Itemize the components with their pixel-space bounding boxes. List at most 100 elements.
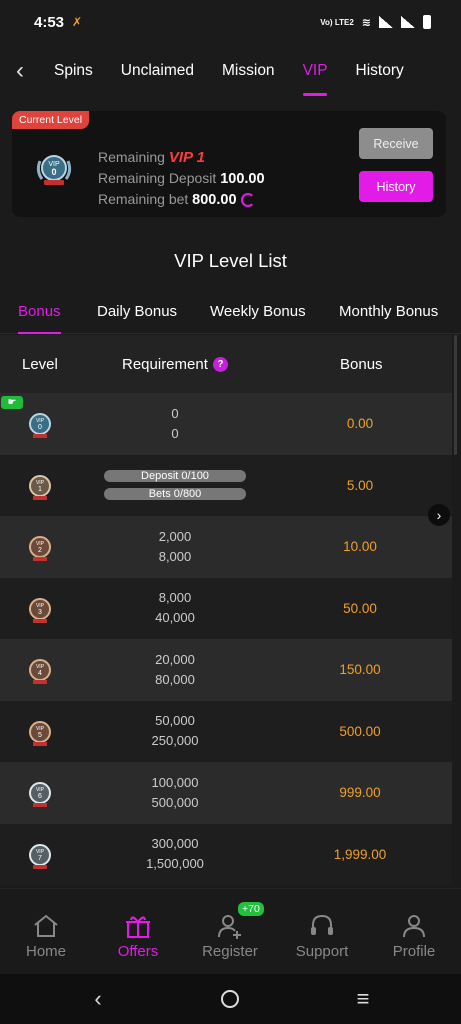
nav-support-label: Support [295,943,349,960]
circle-icon [221,990,239,1008]
wifi-icon: ≋ [361,16,371,29]
header-requirement: Requirement [122,355,208,373]
bet-requirement: 500,000 [151,794,199,810]
bonus-tabs: Bonus Daily Bonus Weekly Bonus Monthly B… [0,290,461,334]
nav-profile[interactable]: Profile [368,889,460,975]
deposit-requirement: 8,000 [158,590,192,606]
status-bar: 4:53 ✗ Vo) LTE2 ≋ [0,0,461,44]
deposit-requirement: 20,000 [155,651,195,667]
bet-requirement: 40,000 [155,610,195,626]
vip-badge-icon: VIP 7 [25,841,55,876]
svg-text:1: 1 [38,486,42,493]
vip-badge-icon: VIP 0 [25,410,55,445]
refresh-icon[interactable] [240,193,255,208]
tab-mission[interactable]: Mission [208,44,289,98]
chevron-left-icon: ‹ [16,57,24,84]
top-nav: ‹ Spins Unclaimed Mission VIP History [0,44,461,98]
svg-text:4: 4 [38,670,42,677]
header-requirement-cell: Requirement ? [122,335,228,393]
requirement-cell: Deposit 0/100 Bets 0/800 [104,455,246,517]
requirement-cell: 20,000 80,000 [110,639,240,701]
bonus-value: 0.00 [346,416,374,432]
level-info: Remaining VIP 1 Remaining Deposit 100.00… [98,147,265,210]
vip-badge-icon: VIP 5 [25,718,55,753]
svg-text:0: 0 [38,424,42,431]
deposit-requirement: 100,000 [151,774,199,790]
requirement-cell: 50,000 250,000 [110,701,240,763]
bonus-value: 50.00 [343,600,377,616]
svg-text:3: 3 [38,609,42,616]
bonus-value: 150.00 [339,662,381,678]
tab-daily-bonus[interactable]: Daily Bonus [97,290,177,334]
nav-offers-label: Offers [117,943,159,960]
section-title: VIP Level List [174,250,287,271]
bet-requirement: 250,000 [151,733,199,749]
headset-icon [311,914,333,935]
nav-register[interactable]: Register [184,889,276,975]
system-home-button[interactable] [215,984,245,1014]
next-vip-level: VIP 1 [168,149,205,166]
bet-label: Remaining bet [98,191,189,207]
tab-bonus[interactable]: Bonus [18,290,61,334]
table-row: VIP 6 100,000 500,000 999.00 [0,762,452,824]
nav-register-label: Register [202,943,258,960]
vip-level-list: ☛ VIP 0 0 0 0.00 VIP 1 Deposit 0/100 Bets … [0,393,452,885]
receive-button[interactable]: Receive [359,128,433,159]
tab-history[interactable]: History [342,44,418,98]
gift-icon [126,916,150,938]
tab-monthly-bonus[interactable]: Monthly Bonus [339,290,438,334]
pointer-hand-icon: ☛ [1,396,23,409]
tab-vip[interactable]: VIP [289,44,342,98]
bet-requirement: 0 [171,425,179,441]
profile-icon [403,915,425,938]
deposit-requirement: 0 [171,405,179,421]
svg-text:2: 2 [38,547,42,554]
header-bonus: Bonus [340,355,383,373]
scrollbar[interactable] [454,335,457,455]
table-header: Level Requirement ? Bonus [0,335,452,393]
home-icon [34,914,58,937]
deposit-value: 100.00 [220,171,265,187]
table-row: ☛ VIP 0 0 0 0.00 [0,393,452,455]
history-button[interactable]: History [359,171,433,202]
tab-unclaimed[interactable]: Unclaimed [107,44,208,98]
status-time: 4:53 [34,13,65,31]
nav-support[interactable]: Support [276,889,368,975]
nav-home[interactable]: Home [0,889,92,975]
bets-progress: Bets 0/800 [104,488,246,501]
network-label: Vo) LTE2 [320,17,354,27]
table-row: VIP 3 8,000 40,000 50.00 [0,577,452,639]
deposit-progress: Deposit 0/100 [104,470,246,483]
vip-badge-icon: VIP 6 [25,779,55,814]
svg-text:7: 7 [38,855,42,862]
vip-badge-icon: VIP 4 [25,656,55,691]
help-icon[interactable]: ? [212,356,228,372]
system-nav-bar: ‹ ≡ [0,974,461,1024]
tab-spins[interactable]: Spins [40,44,107,98]
svg-text:5: 5 [38,732,42,739]
current-level-tag: Current Level [12,111,90,129]
battery-icon [423,15,431,29]
deposit-label: Remaining Deposit [98,170,217,186]
nav-offers[interactable]: Offers [92,889,184,975]
user-add-icon [218,915,241,939]
chevron-right-icon[interactable]: › [428,504,450,526]
signal-icon [379,16,393,28]
table-row: VIP 7 300,000 1,500,000 1,999.00 [0,823,452,885]
system-recents-button[interactable]: ≡ [348,984,378,1014]
vip-badge-icon: VIP 2 [25,533,55,568]
tab-weekly-bonus[interactable]: Weekly Bonus [210,290,306,334]
system-back-button[interactable]: ‹ [83,984,113,1014]
header-level: Level [22,355,58,373]
signal-icon-2 [401,16,415,28]
back-button[interactable]: ‹ [0,44,40,98]
requirement-cell: 2,000 8,000 [110,516,240,578]
table-row: VIP 1 Deposit 0/100 Bets 0/800 5.00 [0,454,452,517]
bet-value: 800.00 [192,192,237,208]
bonus-value: 500.00 [339,723,381,739]
bet-requirement: 80,000 [155,671,195,687]
table-row: VIP 4 20,000 80,000 150.00 [0,639,452,701]
nav-home-label: Home [25,943,66,960]
deposit-requirement: 2,000 [158,528,192,544]
bonus-value: 1,999.00 [333,846,387,862]
